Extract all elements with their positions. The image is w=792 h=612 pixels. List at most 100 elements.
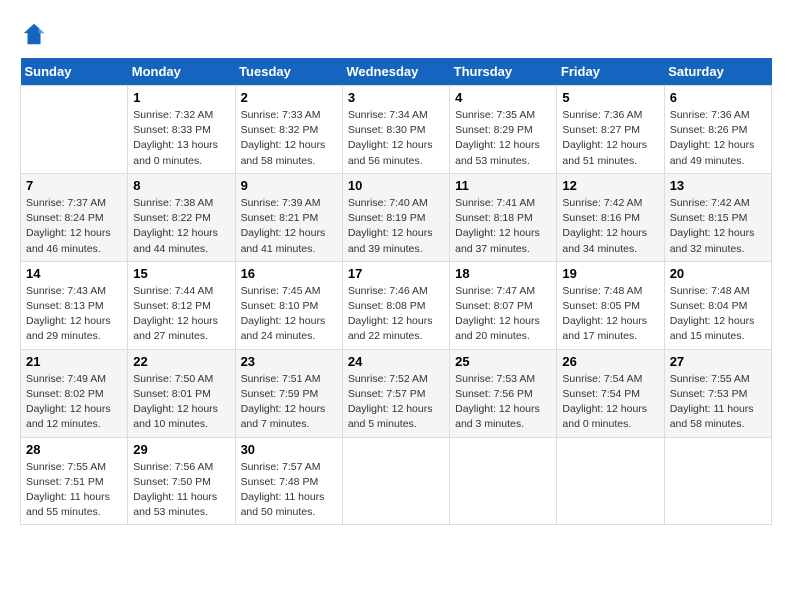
day-info: Sunrise: 7:32 AMSunset: 8:33 PMDaylight:… — [133, 108, 229, 169]
day-number: 29 — [133, 442, 229, 457]
day-number: 9 — [241, 178, 337, 193]
day-number: 2 — [241, 90, 337, 105]
header-cell-wednesday: Wednesday — [342, 58, 449, 86]
calendar-cell: 21 Sunrise: 7:49 AMSunset: 8:02 PMDayligh… — [21, 349, 128, 437]
day-number: 15 — [133, 266, 229, 281]
day-info: Sunrise: 7:45 AMSunset: 8:10 PMDaylight:… — [241, 284, 337, 345]
day-number: 4 — [455, 90, 551, 105]
day-info: Sunrise: 7:42 AMSunset: 8:15 PMDaylight:… — [670, 196, 766, 257]
day-info: Sunrise: 7:49 AMSunset: 8:02 PMDaylight:… — [26, 372, 122, 433]
calendar-cell: 2 Sunrise: 7:33 AMSunset: 8:32 PMDaylight… — [235, 86, 342, 174]
day-number: 28 — [26, 442, 122, 457]
day-number: 13 — [670, 178, 766, 193]
week-row-4: 28 Sunrise: 7:55 AMSunset: 7:51 PMDayligh… — [21, 437, 772, 525]
day-info: Sunrise: 7:39 AMSunset: 8:21 PMDaylight:… — [241, 196, 337, 257]
day-info: Sunrise: 7:55 AMSunset: 7:51 PMDaylight:… — [26, 460, 122, 521]
day-info: Sunrise: 7:36 AMSunset: 8:27 PMDaylight:… — [562, 108, 658, 169]
week-row-1: 7 Sunrise: 7:37 AMSunset: 8:24 PMDaylight… — [21, 173, 772, 261]
day-info: Sunrise: 7:56 AMSunset: 7:50 PMDaylight:… — [133, 460, 229, 521]
header-cell-thursday: Thursday — [450, 58, 557, 86]
day-number: 11 — [455, 178, 551, 193]
header-cell-sunday: Sunday — [21, 58, 128, 86]
day-number: 1 — [133, 90, 229, 105]
day-info: Sunrise: 7:46 AMSunset: 8:08 PMDaylight:… — [348, 284, 444, 345]
week-row-0: 1 Sunrise: 7:32 AMSunset: 8:33 PMDaylight… — [21, 86, 772, 174]
logo-icon — [20, 20, 48, 48]
day-info: Sunrise: 7:52 AMSunset: 7:57 PMDaylight:… — [348, 372, 444, 433]
day-info: Sunrise: 7:43 AMSunset: 8:13 PMDaylight:… — [26, 284, 122, 345]
day-number: 24 — [348, 354, 444, 369]
calendar-cell: 24 Sunrise: 7:52 AMSunset: 7:57 PMDayligh… — [342, 349, 449, 437]
calendar-cell: 19Sunrise: 7:48 AMSunset: 8:05 PMDayligh… — [557, 261, 664, 349]
day-number: 8 — [133, 178, 229, 193]
day-info: Sunrise: 7:38 AMSunset: 8:22 PMDaylight:… — [133, 196, 229, 257]
day-info: Sunrise: 7:34 AMSunset: 8:30 PMDaylight:… — [348, 108, 444, 169]
calendar-cell — [557, 437, 664, 525]
calendar-cell: 5 Sunrise: 7:36 AMSunset: 8:27 PMDaylight… — [557, 86, 664, 174]
day-info: Sunrise: 7:42 AMSunset: 8:16 PMDaylight:… — [562, 196, 658, 257]
calendar-cell: 16 Sunrise: 7:45 AMSunset: 8:10 PMDayligh… — [235, 261, 342, 349]
calendar-cell: 7 Sunrise: 7:37 AMSunset: 8:24 PMDaylight… — [21, 173, 128, 261]
day-number: 17 — [348, 266, 444, 281]
week-row-2: 14 Sunrise: 7:43 AMSunset: 8:13 PMDayligh… — [21, 261, 772, 349]
day-number: 18 — [455, 266, 551, 281]
calendar-cell — [21, 86, 128, 174]
calendar-cell: 17 Sunrise: 7:46 AMSunset: 8:08 PMDayligh… — [342, 261, 449, 349]
day-number: 7 — [26, 178, 122, 193]
day-info: Sunrise: 7:35 AMSunset: 8:29 PMDaylight:… — [455, 108, 551, 169]
calendar-cell: 25 Sunrise: 7:53 AMSunset: 7:56 PMDayligh… — [450, 349, 557, 437]
day-info: Sunrise: 7:33 AMSunset: 8:32 PMDaylight:… — [241, 108, 337, 169]
day-number: 20 — [670, 266, 766, 281]
day-info: Sunrise: 7:55 AMSunset: 7:53 PMDaylight:… — [670, 372, 766, 433]
day-number: 25 — [455, 354, 551, 369]
day-info: Sunrise: 7:48 AMSunset: 8:04 PMDaylight:… — [670, 284, 766, 345]
calendar-header: SundayMondayTuesdayWednesdayThursdayFrid… — [21, 58, 772, 86]
calendar-cell: 12 Sunrise: 7:42 AMSunset: 8:16 PMDayligh… — [557, 173, 664, 261]
day-number: 21 — [26, 354, 122, 369]
week-row-3: 21 Sunrise: 7:49 AMSunset: 8:02 PMDayligh… — [21, 349, 772, 437]
day-number: 12 — [562, 178, 658, 193]
calendar-cell: 1 Sunrise: 7:32 AMSunset: 8:33 PMDaylight… — [128, 86, 235, 174]
header-cell-monday: Monday — [128, 58, 235, 86]
day-info: Sunrise: 7:53 AMSunset: 7:56 PMDaylight:… — [455, 372, 551, 433]
calendar-cell — [664, 437, 771, 525]
calendar-cell: 4 Sunrise: 7:35 AMSunset: 8:29 PMDaylight… — [450, 86, 557, 174]
day-number: 5 — [562, 90, 658, 105]
day-info: Sunrise: 7:57 AMSunset: 7:48 PMDaylight:… — [241, 460, 337, 521]
day-number: 14 — [26, 266, 122, 281]
logo — [20, 20, 52, 48]
calendar-cell: 11 Sunrise: 7:41 AMSunset: 8:18 PMDayligh… — [450, 173, 557, 261]
day-number: 30 — [241, 442, 337, 457]
calendar-cell: 30 Sunrise: 7:57 AMSunset: 7:48 PMDayligh… — [235, 437, 342, 525]
day-number: 16 — [241, 266, 337, 281]
day-number: 6 — [670, 90, 766, 105]
header-cell-tuesday: Tuesday — [235, 58, 342, 86]
day-info: Sunrise: 7:36 AMSunset: 8:26 PMDaylight:… — [670, 108, 766, 169]
header-cell-saturday: Saturday — [664, 58, 771, 86]
calendar-cell — [450, 437, 557, 525]
calendar-cell: 6 Sunrise: 7:36 AMSunset: 8:26 PMDaylight… — [664, 86, 771, 174]
calendar-cell: 20 Sunrise: 7:48 AMSunset: 8:04 PMDayligh… — [664, 261, 771, 349]
day-info: Sunrise: 7:54 AMSunset: 7:54 PMDaylight:… — [562, 372, 658, 433]
calendar-cell: 13 Sunrise: 7:42 AMSunset: 8:15 PMDayligh… — [664, 173, 771, 261]
day-info: Sunrise: 7:41 AMSunset: 8:18 PMDaylight:… — [455, 196, 551, 257]
day-info: Sunrise: 7:48 AMSunset: 8:05 PMDaylight:… — [562, 284, 658, 345]
calendar-cell: 22Sunrise: 7:50 AMSunset: 8:01 PMDayligh… — [128, 349, 235, 437]
header-row: SundayMondayTuesdayWednesdayThursdayFrid… — [21, 58, 772, 86]
day-number: 27 — [670, 354, 766, 369]
calendar-cell: 15Sunrise: 7:44 AMSunset: 8:12 PMDayligh… — [128, 261, 235, 349]
day-number: 10 — [348, 178, 444, 193]
day-number: 3 — [348, 90, 444, 105]
calendar-cell: 23 Sunrise: 7:51 AMSunset: 7:59 PMDayligh… — [235, 349, 342, 437]
day-number: 23 — [241, 354, 337, 369]
calendar-cell: 3 Sunrise: 7:34 AMSunset: 8:30 PMDaylight… — [342, 86, 449, 174]
calendar-cell: 29 Sunrise: 7:56 AMSunset: 7:50 PMDayligh… — [128, 437, 235, 525]
day-info: Sunrise: 7:37 AMSunset: 8:24 PMDaylight:… — [26, 196, 122, 257]
calendar-cell: 8 Sunrise: 7:38 AMSunset: 8:22 PMDaylight… — [128, 173, 235, 261]
day-info: Sunrise: 7:40 AMSunset: 8:19 PMDaylight:… — [348, 196, 444, 257]
calendar-cell: 26 Sunrise: 7:54 AMSunset: 7:54 PMDayligh… — [557, 349, 664, 437]
calendar-cell — [342, 437, 449, 525]
day-info: Sunrise: 7:47 AMSunset: 8:07 PMDaylight:… — [455, 284, 551, 345]
day-info: Sunrise: 7:51 AMSunset: 7:59 PMDaylight:… — [241, 372, 337, 433]
day-number: 26 — [562, 354, 658, 369]
